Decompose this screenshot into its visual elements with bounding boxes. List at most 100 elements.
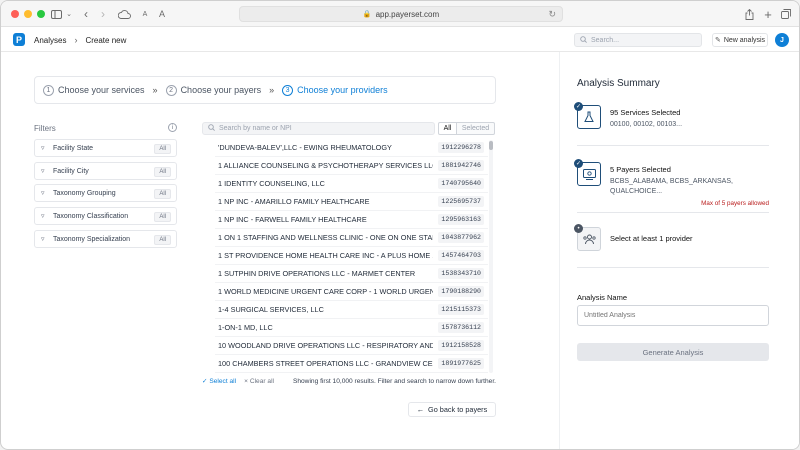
provider-npi: 1225695737	[438, 196, 484, 207]
funnel-icon: ▿	[41, 168, 45, 175]
go-back-label: Go back to payers	[428, 405, 488, 414]
provider-name: 1 WORLD MEDICINE URGENT CARE CORP - 1 WO…	[218, 287, 433, 296]
payers-detail-line: QUALCHOICE...	[610, 188, 663, 195]
step-number: 3	[282, 84, 294, 96]
step-choose-payers[interactable]: 2 Choose your payers	[165, 84, 262, 96]
clear-all-label: Clear all	[249, 377, 274, 385]
payerset-logo[interactable]: P	[13, 33, 25, 46]
go-back-to-payers-button[interactable]: ← Go back to payers	[408, 402, 496, 417]
breadcrumb-analyses[interactable]: Analyses	[34, 36, 66, 45]
search-icon	[580, 35, 587, 45]
provider-search-input[interactable]: Search by name or NPI	[202, 122, 435, 135]
cloud-icon[interactable]	[116, 7, 132, 21]
address-bar[interactable]: 🔒 app.payerset.com ↻	[239, 6, 563, 22]
provider-name: 1 ST PROVIDENCE HOME HEALTH CARE INC - A…	[218, 251, 433, 260]
browser-toolbar: ⌄ ‹ › A A 🔒 app.payerset.com ↻ +	[1, 1, 799, 27]
new-analysis-button[interactable]: ✎ New analysis	[712, 33, 768, 47]
analysis-name-input[interactable]	[577, 305, 769, 326]
close-window-button[interactable]	[11, 10, 19, 18]
payers-heading: 5 Payers Selected	[610, 165, 671, 174]
filter-label: Facility City	[53, 167, 89, 175]
analysis-name-label: Analysis Name	[577, 293, 628, 302]
flask-icon: ✓	[574, 102, 601, 129]
filter-taxonomy-classification[interactable]: ▿ Taxonomy Classification All	[34, 207, 177, 225]
toggle-selected[interactable]: Selected	[457, 122, 495, 135]
chevron-down-icon[interactable]: ⌄	[65, 7, 73, 21]
tab-overview-icon[interactable]	[780, 7, 792, 21]
provider-row[interactable]: 1 NP INC - FARWELL FAMILY HEALTHCARE 1295…	[215, 211, 488, 229]
filter-taxonomy-specialization[interactable]: ▿ Taxonomy Specialization All	[34, 230, 177, 248]
provider-npi: 1295963163	[438, 214, 484, 225]
minimize-window-button[interactable]	[24, 10, 32, 18]
maximize-window-button[interactable]	[37, 10, 45, 18]
sidebar-toggle-icon[interactable]	[49, 7, 63, 21]
filter-all-badge: All	[154, 212, 171, 222]
provider-npi: 1538343710	[438, 268, 484, 279]
filter-facility-city[interactable]: ▿ Facility City All	[34, 162, 177, 180]
breadcrumb-create-new: Create new	[85, 35, 127, 45]
filter-taxonomy-grouping[interactable]: ▿ Taxonomy Grouping All	[34, 184, 177, 202]
global-search-input[interactable]: Search...	[574, 33, 702, 47]
provider-row[interactable]: 1 SUTPHIN DRIVE OPERATIONS LLC - MARMET …	[215, 265, 488, 283]
funnel-icon: ▿	[41, 145, 45, 152]
filter-facility-state[interactable]: ▿ Facility State All	[34, 139, 177, 157]
new-tab-icon[interactable]: +	[762, 7, 774, 22]
provider-name: 1 NP INC - AMARILLO FAMILY HEALTHCARE	[218, 197, 370, 206]
generate-analysis-button[interactable]: Generate Analysis	[577, 343, 769, 361]
reload-icon[interactable]: ↻	[548, 9, 556, 20]
provider-row[interactable]: 1 ALLIANCE COUNSELING & PSYCHOTHERAPY SE…	[215, 157, 488, 175]
summary-title: Analysis Summary	[577, 78, 660, 89]
services-heading: 95 Services Selected	[610, 108, 681, 117]
provider-row[interactable]: 10 WOODLAND DRIVE OPERATIONS LLC - RESPI…	[215, 337, 488, 355]
provider-name: 10 WOODLAND DRIVE OPERATIONS LLC - RESPI…	[218, 341, 433, 350]
payer-card-icon: ✓	[574, 159, 601, 186]
filter-label: Taxonomy Classification	[53, 212, 129, 220]
providers-group-icon: •	[574, 224, 601, 251]
divider	[577, 267, 769, 268]
provider-list-scrollbar[interactable]	[489, 140, 493, 373]
results-note: Showing first 10,000 results. Filter and…	[292, 377, 496, 385]
payers-detail-line: BCBS_ALABAMA, BCBS_ARKANSAS,	[610, 178, 733, 185]
pending-step-icon: •	[574, 224, 583, 233]
step-number: 2	[165, 84, 177, 96]
step-choose-services[interactable]: 1 Choose your services	[43, 84, 145, 96]
toggle-all[interactable]: All	[438, 122, 457, 135]
provider-row[interactable]: 1 NP INC - AMARILLO FAMILY HEALTHCARE 122…	[215, 193, 488, 211]
forward-arrow-icon[interactable]: ›	[98, 7, 108, 21]
text-smaller-button[interactable]: A	[141, 7, 149, 21]
browser-window: ⌄ ‹ › A A 🔒 app.payerset.com ↻ + P Analy…	[0, 0, 800, 450]
provider-row[interactable]: 100 CHAMBERS STREET OPERATIONS LLC - GRA…	[215, 355, 488, 373]
scrollbar-thumb[interactable]	[489, 141, 493, 150]
provider-row[interactable]: 'DUNDEVA-BALEV',LLC - EWING RHEUMATOLOGY…	[215, 139, 488, 157]
provider-name: 1-4 SURGICAL SERVICES, LLC	[218, 305, 324, 314]
funnel-icon: ▿	[41, 190, 45, 197]
provider-row[interactable]: 1-ON-1 MD, LLC 1578736112	[215, 319, 488, 337]
step-label: Choose your payers	[180, 85, 262, 95]
clear-all-button[interactable]: × Clear all	[244, 378, 274, 385]
share-icon[interactable]	[743, 7, 755, 21]
provider-row[interactable]: 1 ST PROVIDENCE HOME HEALTH CARE INC - A…	[215, 247, 488, 265]
check-icon: ✓	[574, 159, 583, 168]
text-larger-button[interactable]: A	[157, 7, 167, 21]
provider-row[interactable]: 1 IDENTITY COUNSELING, LLC 1740795640	[215, 175, 488, 193]
step-number: 1	[43, 84, 54, 96]
provider-name: 1-ON-1 MD, LLC	[218, 323, 273, 332]
breadcrumb: Analyses › Create new	[34, 35, 126, 45]
provider-npi: 1740795640	[438, 178, 484, 189]
divider	[577, 212, 769, 213]
provider-row[interactable]: 1 WORLD MEDICINE URGENT CARE CORP - 1 WO…	[215, 283, 488, 301]
filters-heading: Filters	[34, 124, 56, 133]
provider-row[interactable]: 1 ON 1 STAFFING AND WELLNESS CLINIC - ON…	[215, 229, 488, 247]
info-icon[interactable]: i	[168, 123, 177, 132]
provider-row[interactable]: 1-4 SURGICAL SERVICES, LLC 1215115373	[215, 301, 488, 319]
provider-npi: 1891977625	[438, 358, 484, 369]
back-arrow-icon[interactable]: ‹	[81, 7, 91, 21]
provider-npi: 1912158528	[438, 340, 484, 351]
search-icon	[208, 124, 215, 133]
user-avatar[interactable]: J	[775, 33, 789, 47]
provider-name: 'DUNDEVA-BALEV',LLC - EWING RHEUMATOLOGY	[218, 143, 392, 152]
step-choose-providers[interactable]: 3 Choose your providers	[282, 84, 388, 96]
provider-search-placeholder: Search by name or NPI	[219, 125, 292, 132]
select-all-button[interactable]: ✓ Select all	[202, 377, 236, 385]
step-label: Choose your providers	[297, 85, 388, 95]
